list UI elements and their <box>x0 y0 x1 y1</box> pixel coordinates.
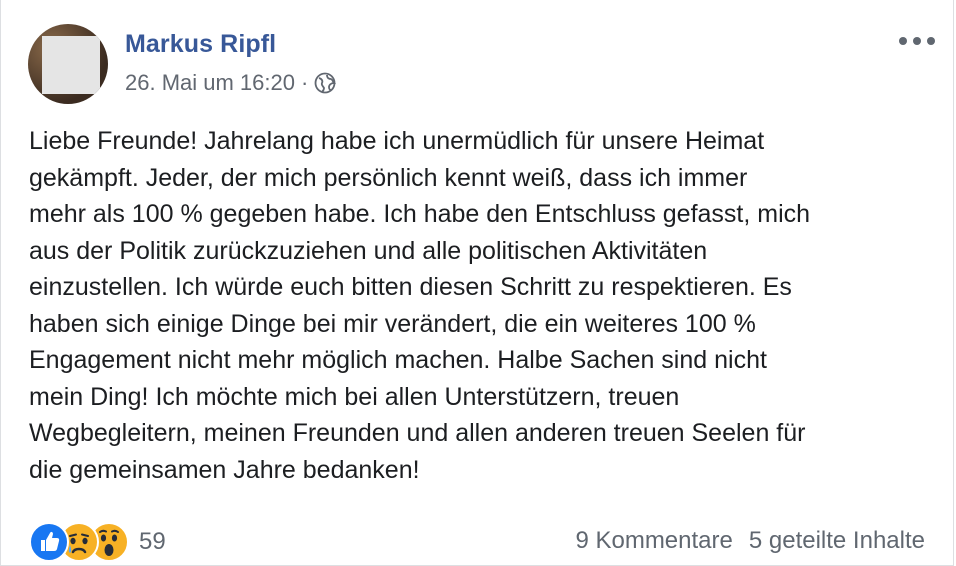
engagement-stats: 9 Kommentare 5 geteilte Inhalte <box>575 527 925 555</box>
post-body-line: haben sich einige Dinge bei mir veränder… <box>29 309 756 338</box>
avatar[interactable] <box>28 24 108 104</box>
shares-count-link[interactable]: 5 geteilte Inhalte <box>749 527 925 555</box>
facebook-post-card: Markus Ripfl 26. Mai um 16:20 · Liebe Fr… <box>0 0 954 566</box>
post-author-name[interactable]: Markus Ripfl <box>125 30 276 59</box>
avatar-redaction <box>42 36 100 94</box>
post-body-line: Liebe Freunde! Jahrelang habe ich unermü… <box>29 127 765 155</box>
globe-icon[interactable] <box>314 72 337 94</box>
post-body-line: mehr als 100 % gegeben habe. Ich habe de… <box>29 200 811 228</box>
more-dot <box>913 37 921 45</box>
post-timestamp[interactable]: 26. Mai um 16:20 <box>125 70 295 96</box>
post-body-line: gekämpft. Jeder, der mich persönlich ken… <box>29 163 748 192</box>
comments-count-link[interactable]: 9 Kommentare <box>575 527 732 555</box>
post-body-line: aus der Politik zurückzuziehen und alle … <box>29 236 708 265</box>
post-body-line: die gemeinsamen Jahre bedanken! <box>29 455 420 484</box>
more-dot <box>899 37 907 45</box>
post-body-line: Engagement nicht mehr möglich machen. Ha… <box>29 346 767 374</box>
post-body-line: einzustellen. Ich würde euch bitten dies… <box>29 273 792 301</box>
more-dot <box>927 37 935 45</box>
post-body: Liebe Freunde! Jahrelang habe ich unermü… <box>29 123 934 488</box>
like-icon <box>29 522 69 562</box>
reaction-count[interactable]: 59 <box>139 528 166 556</box>
reactions-summary[interactable]: 59 <box>29 522 166 562</box>
more-options-icon[interactable] <box>899 34 935 48</box>
post-body-line: mein Ding! Ich möchte mich bei allen Unt… <box>29 382 680 411</box>
post-meta: 26. Mai um 16:20 · <box>125 70 337 96</box>
post-body-line: Wegbegleitern, meinen Freunden und allen… <box>29 419 806 447</box>
meta-separator: · <box>300 70 309 95</box>
